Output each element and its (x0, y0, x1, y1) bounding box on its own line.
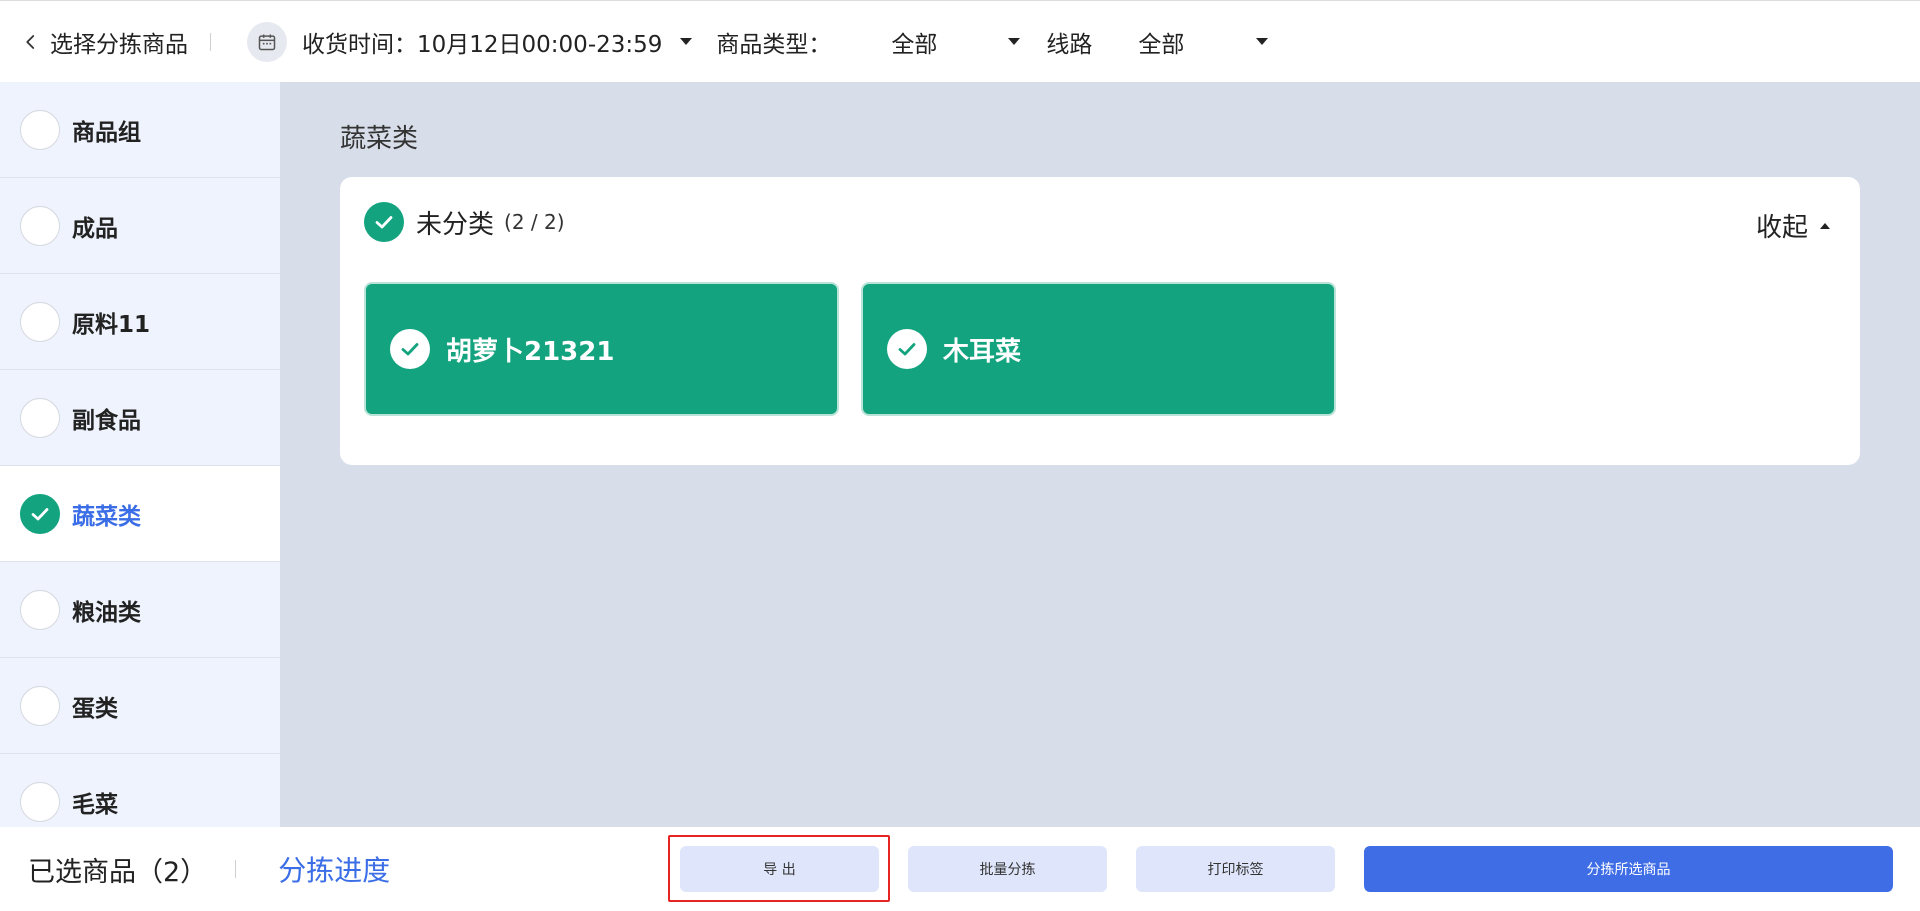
sidebar-item-label: 蛋类 (72, 695, 118, 722)
check-icon (375, 216, 393, 229)
print-label-button[interactable]: 打印标签 (1136, 846, 1335, 892)
receive-time-label: 收货时间： (302, 31, 417, 58)
sidebar-item-label: 蔬菜类 (72, 503, 141, 530)
chevron-left-icon (26, 34, 35, 49)
route-label: 线路 (1046, 31, 1093, 58)
product-type-label: 商品类型： (716, 31, 832, 58)
radio-unchecked-icon (20, 397, 60, 438)
receive-time-value: 10月12日00:00-23:59 (417, 31, 663, 58)
bottom-bar: 已选商品（2） 分拣进度 导 出 批量分拣 打印标签 分拣所选商品 (0, 827, 1920, 911)
sidebar-item-grain-oil[interactable]: 粮油类 (0, 562, 280, 658)
route-value: 全部 (1138, 31, 1185, 58)
product-tile-label: 胡萝卜21321 (446, 336, 615, 367)
batch-sort-button[interactable]: 批量分拣 (908, 846, 1107, 892)
collapse-button[interactable]: 收起 (1756, 207, 1830, 244)
caret-down-icon (680, 38, 693, 45)
export-button[interactable]: 导 出 (680, 846, 879, 892)
page-title: 选择分拣商品 (50, 31, 188, 58)
product-type-value: 全部 (891, 31, 938, 58)
group-card: 未分类 (2 / 2) 收起 胡萝卜21321 木耳菜 (340, 177, 1860, 465)
sort-selected-button[interactable]: 分拣所选商品 (1364, 846, 1893, 892)
group-count: (2 / 2) (504, 210, 565, 234)
sidebar-item-finished[interactable]: 成品 (0, 178, 280, 274)
caret-down-icon (1256, 38, 1269, 45)
radio-unchecked-icon (20, 109, 60, 150)
collapse-label: 收起 (1755, 213, 1808, 243)
caret-up-icon (1820, 222, 1830, 229)
check-circle-icon (390, 329, 430, 369)
sidebar-item-label: 毛菜 (72, 791, 118, 818)
radio-unchecked-icon (20, 781, 60, 822)
check-icon (898, 343, 916, 356)
radio-unchecked-icon (20, 301, 60, 342)
group-select-all-checkbox[interactable] (364, 202, 404, 242)
sidebar-item-label: 原料11 (72, 311, 151, 338)
radio-unchecked-icon (20, 205, 60, 246)
receive-time-select[interactable]: 10月12日00:00-23:59 (417, 25, 693, 59)
sidebar-item-label: 商品组 (72, 119, 141, 146)
category-sidebar: 商品组 成品 原料11 副食品 蔬菜类 粮油类 蛋类 毛菜 (0, 82, 281, 827)
check-circle-icon (20, 493, 60, 534)
back-button[interactable]: 选择分拣商品 (22, 25, 188, 59)
sidebar-item-vegetables[interactable]: 蔬菜类 (0, 466, 280, 562)
radio-unchecked-icon (20, 589, 60, 630)
sidebar-item-label: 粮油类 (72, 599, 141, 626)
selected-count: 已选商品（2） (28, 856, 208, 888)
check-circle-icon (887, 329, 927, 369)
section-title: 蔬菜类 (340, 124, 419, 154)
caret-down-icon (1008, 38, 1021, 45)
sidebar-item-raw-veg[interactable]: 毛菜 (0, 754, 280, 827)
product-type-select[interactable]: 全部 (891, 25, 1021, 59)
product-tile[interactable]: 木耳菜 (861, 282, 1336, 416)
sidebar-item-raw[interactable]: 原料11 (0, 274, 280, 370)
check-icon (31, 507, 49, 520)
product-tile[interactable]: 胡萝卜21321 (364, 282, 839, 416)
calendar-icon (258, 34, 276, 50)
product-tiles: 胡萝卜21321 木耳菜 (364, 282, 1336, 416)
sidebar-item-eggs[interactable]: 蛋类 (0, 658, 280, 754)
radio-unchecked-icon (20, 685, 60, 726)
group-header: 未分类 (2 / 2) (364, 202, 565, 242)
top-bar: 选择分拣商品 收货时间： 10月12日00:00-23:59 商品类型： 全部 … (0, 0, 1920, 82)
check-icon (401, 343, 419, 356)
sidebar-item-product-group[interactable]: 商品组 (0, 82, 280, 178)
group-name: 未分类 (416, 209, 495, 240)
sort-progress-link[interactable]: 分拣进度 (278, 849, 390, 889)
sidebar-item-label: 成品 (72, 215, 118, 242)
divider (210, 32, 211, 51)
product-tile-label: 木耳菜 (943, 336, 1022, 367)
route-select[interactable]: 全部 (1138, 25, 1269, 59)
sidebar-item-label: 副食品 (72, 407, 141, 434)
calendar-button[interactable] (247, 21, 287, 62)
divider (235, 860, 237, 878)
main-content: 蔬菜类 未分类 (2 / 2) 收起 胡萝卜21321 木耳菜 (281, 82, 1920, 827)
sidebar-item-non-staple[interactable]: 副食品 (0, 370, 280, 466)
